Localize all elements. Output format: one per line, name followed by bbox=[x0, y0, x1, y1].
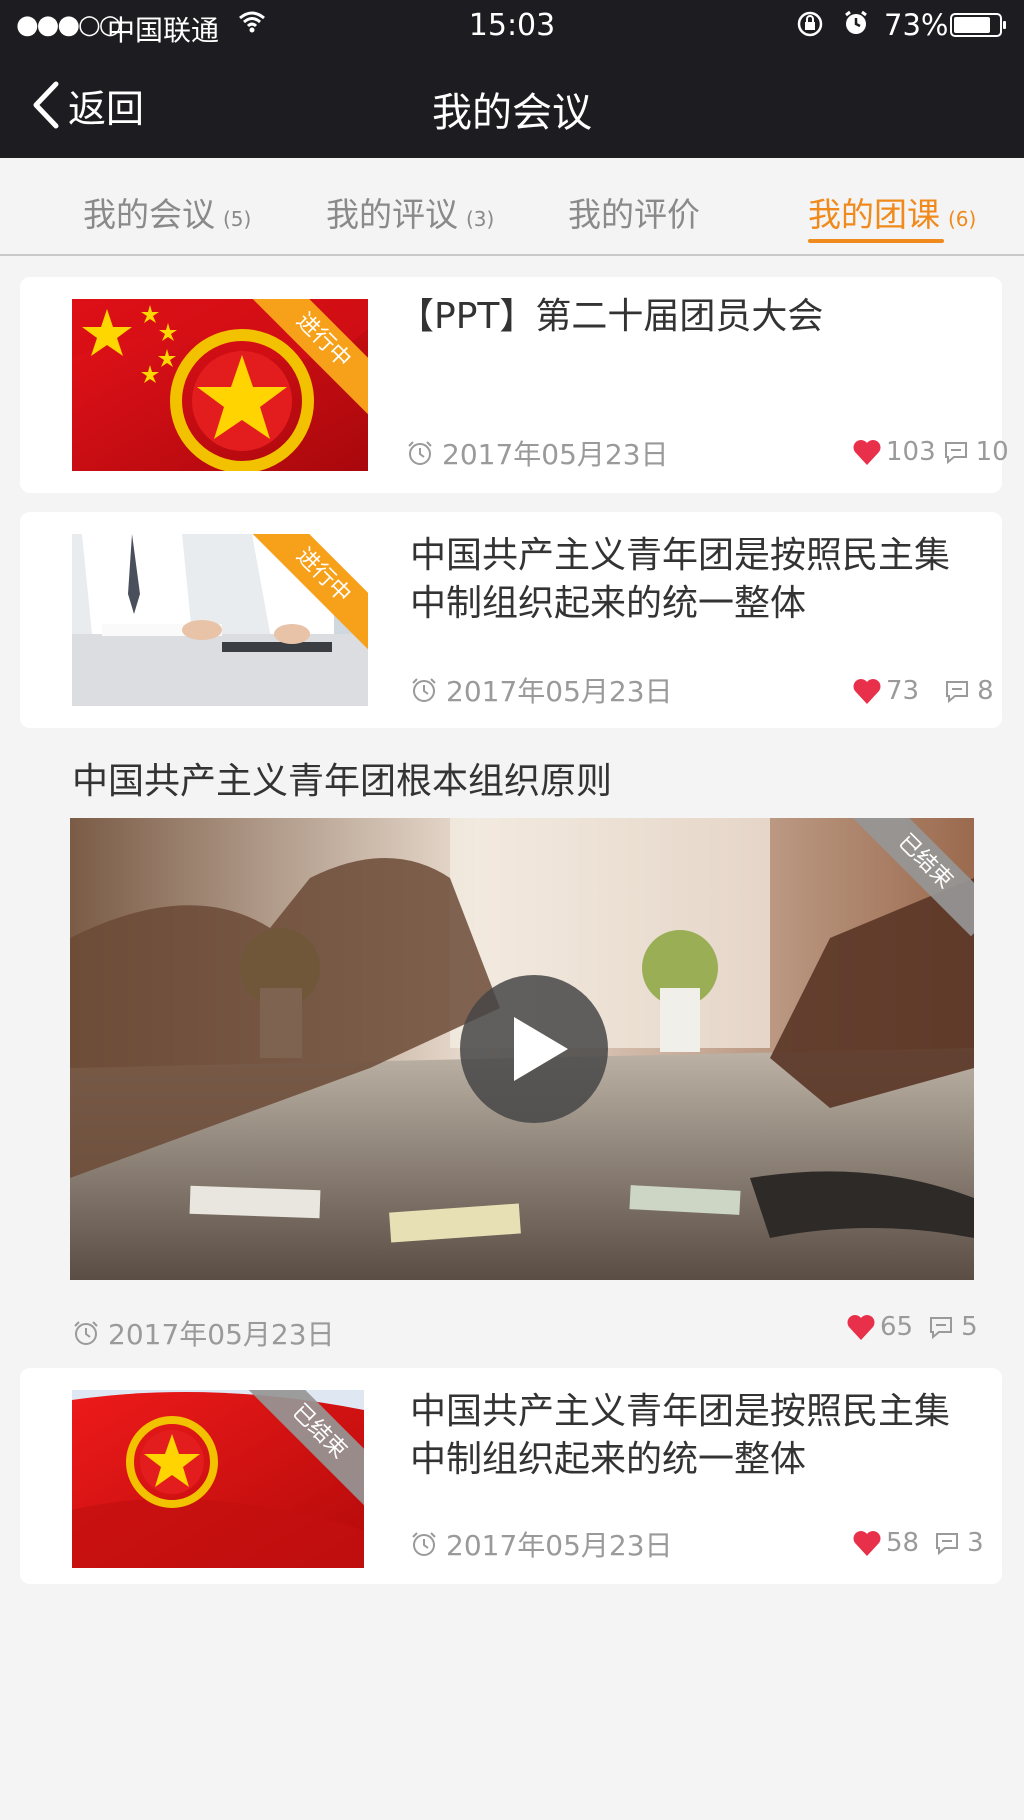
play-button[interactable] bbox=[460, 975, 608, 1123]
item-date: 2017年05月23日 bbox=[406, 433, 669, 473]
date-text: 2017年05月23日 bbox=[108, 1318, 335, 1351]
comment-count: 3 bbox=[967, 1528, 984, 1558]
tab-label: 我的团课 bbox=[808, 195, 940, 234]
comment-count: 10 bbox=[975, 437, 1009, 467]
thumbnail-office-desk: 进行中 bbox=[72, 534, 368, 706]
clock-icon bbox=[408, 441, 432, 465]
battery-percent: 73% bbox=[884, 8, 949, 42]
comment-count: 5 bbox=[961, 1312, 978, 1342]
tab-count: (6) bbox=[948, 207, 977, 231]
battery-icon bbox=[950, 13, 1006, 37]
alarm-icon bbox=[842, 9, 870, 44]
date-text: 2017年05月23日 bbox=[442, 438, 669, 471]
nav-bar: 返回 我的会议 bbox=[0, 52, 1024, 158]
comment-icon[interactable] bbox=[943, 678, 971, 704]
heart-icon[interactable] bbox=[852, 438, 882, 466]
comment-icon[interactable] bbox=[933, 1530, 961, 1556]
date-text: 2017年05月23日 bbox=[446, 675, 673, 708]
tab-label: 我的评价 bbox=[568, 195, 700, 234]
heart-icon[interactable] bbox=[852, 677, 882, 705]
like-count: 58 bbox=[886, 1528, 920, 1558]
comment-icon[interactable] bbox=[942, 439, 970, 465]
like-count: 73 bbox=[886, 676, 920, 706]
tab-my-evaluations[interactable]: 我的评价 bbox=[568, 188, 700, 248]
item-stats: 65 5 bbox=[846, 1312, 978, 1342]
clock-icon bbox=[412, 1532, 436, 1556]
thumbnail-flag-emblem: 进行中 bbox=[72, 299, 368, 471]
rotation-lock-icon bbox=[796, 10, 824, 45]
item-stats: 58 3 bbox=[852, 1528, 984, 1558]
item-date: 2017年05月23日 bbox=[410, 670, 673, 710]
video-thumbnail[interactable]: 已结束 bbox=[70, 818, 974, 1280]
heart-icon[interactable] bbox=[852, 1529, 882, 1557]
video-item-title[interactable]: 中国共产主义青年团根本组织原则 bbox=[72, 752, 612, 804]
like-count: 103 bbox=[886, 437, 936, 467]
item-title: 中国共产主义青年团是按照民主集中制组织起来的统一整体 bbox=[410, 535, 951, 624]
clock-time: 15:03 bbox=[468, 8, 556, 43]
tab-label: 我的评议 bbox=[326, 195, 458, 234]
item-title: 【PPT】第二十届团员大会 bbox=[398, 296, 824, 337]
play-icon bbox=[514, 1017, 568, 1081]
date-text: 2017年05月23日 bbox=[446, 1529, 673, 1562]
tab-my-league-courses[interactable]: 我的团课 (6) bbox=[808, 188, 976, 248]
comment-icon[interactable] bbox=[927, 1314, 955, 1340]
item-stats: 73 8 bbox=[852, 676, 994, 706]
item-title: 中国共产主义青年团是按照民主集中制组织起来的统一整体 bbox=[410, 1391, 951, 1480]
item-date: 2017年05月23日 bbox=[72, 1313, 335, 1353]
status-bar: ●●●○○ 中国联通 15:03 73% bbox=[0, 0, 1024, 52]
comment-count: 8 bbox=[977, 676, 994, 706]
list-item[interactable]: 进行中 【PPT】第二十届团员大会 2017年05月23日 103 10 bbox=[20, 277, 1009, 493]
tab-bar: 我的会议 (5) 我的评议 (3) 我的评价 我的团课 (6) bbox=[0, 158, 1024, 256]
item-date: 2017年05月23日 bbox=[410, 1524, 673, 1564]
heart-icon[interactable] bbox=[846, 1313, 876, 1341]
tab-label: 我的会议 bbox=[83, 195, 215, 234]
list-item[interactable]: 进行中 中国共产主义青年团是按照民主集中制组织起来的统一整体 2017年05月2… bbox=[20, 512, 1002, 728]
tab-count: (5) bbox=[223, 207, 252, 231]
tab-my-reviews[interactable]: 我的评议 (3) bbox=[326, 188, 494, 248]
thumbnail-league-flag: 已结束 bbox=[72, 1390, 364, 1568]
tab-count: (3) bbox=[466, 207, 495, 231]
tab-my-meetings[interactable]: 我的会议 (5) bbox=[83, 188, 251, 248]
clock-icon bbox=[412, 678, 436, 702]
clock-icon bbox=[74, 1321, 98, 1345]
like-count: 65 bbox=[880, 1312, 914, 1342]
page-title: 我的会议 bbox=[432, 90, 592, 136]
list-item[interactable]: 已结束 中国共产主义青年团是按照民主集中制组织起来的统一整体 2017年05月2… bbox=[20, 1368, 1002, 1584]
item-stats: 103 10 bbox=[852, 437, 1009, 467]
